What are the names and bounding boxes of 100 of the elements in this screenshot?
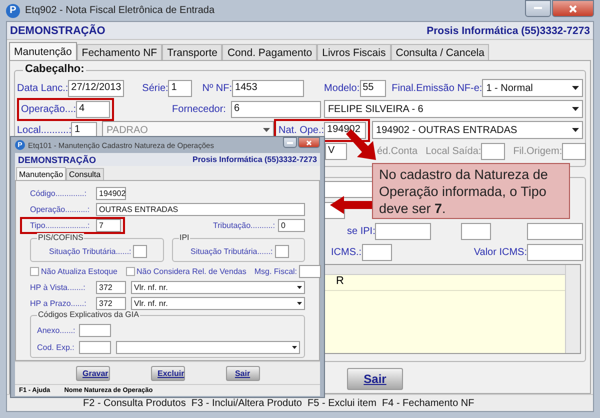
field-label: Msg. Fiscal:	[254, 266, 298, 276]
field-label: Fil.Origem:	[513, 146, 562, 156]
minimize-icon	[287, 142, 293, 144]
tab[interactable]: Cond. Pagamento	[222, 44, 318, 60]
input-field[interactable]: V	[325, 142, 347, 160]
table-cell: R	[336, 275, 344, 287]
field-label: Local..........:	[17, 124, 72, 136]
tab[interactable]: Transporte	[162, 44, 222, 60]
field-label: ICMS.:	[331, 246, 362, 258]
input-field[interactable]	[362, 244, 392, 260]
field-label: Código.............:	[30, 188, 88, 198]
group-title: Cabeçalho:	[23, 63, 86, 75]
dialog-button[interactable]: Excluir	[150, 366, 184, 381]
arrow-icon	[330, 196, 374, 214]
group-title: Códigos Explicativos da GIA	[37, 310, 140, 319]
tab[interactable]: Manutenção	[16, 167, 66, 180]
caret-icon	[572, 86, 579, 90]
input-field[interactable]	[461, 222, 492, 240]
minimize-icon	[534, 7, 542, 10]
dropdown[interactable]: 194902 - OUTRAS ENTRADAS	[372, 121, 583, 139]
caret-icon	[572, 128, 579, 132]
tab[interactable]: Livros Fiscais	[317, 44, 391, 60]
checkbox-label: Não Atualiza Estoque	[41, 266, 118, 276]
checkbox[interactable]	[30, 266, 39, 276]
field-label: Tributação..........:	[213, 220, 275, 230]
field-label: Nat. Ope.:	[278, 124, 324, 136]
field-label: Valor ICMS:	[474, 246, 527, 258]
caret-icon	[297, 302, 302, 304]
field-label: Final.Emissão NF-e:	[392, 82, 482, 94]
field-label: Operação..........:	[30, 204, 91, 214]
close-button[interactable]	[298, 137, 320, 148]
dropdown[interactable]	[116, 340, 300, 354]
callout-note: No cadastro da Natureza de Operação informada, o Tipo deve ser 7.	[372, 163, 570, 219]
input-field[interactable]	[562, 142, 586, 160]
input-field[interactable]: 27/12/2013	[68, 80, 124, 96]
group-title: IPI	[178, 233, 190, 242]
close-button[interactable]	[552, 0, 594, 17]
field-label: Fornecedor:	[172, 104, 226, 114]
exit-button[interactable]: Sair	[347, 368, 403, 390]
input-field[interactable]: 372	[96, 280, 126, 294]
field-label: se IPI:	[347, 226, 376, 236]
field-label: Série:	[142, 82, 168, 94]
dropdown[interactable]: FELIPE SILVEIRA - 6	[324, 100, 583, 118]
checkbox-label: éd.Conta	[377, 146, 418, 156]
dialog-button[interactable]: Gravar	[76, 366, 110, 381]
company-name: DEMONSTRAÇÃO	[18, 154, 96, 164]
input-field[interactable]: 372	[96, 296, 126, 310]
caret-icon	[292, 346, 297, 348]
scrollbar[interactable]	[565, 265, 580, 353]
contact-info: Prosis Informática (55)3332-7273	[192, 155, 317, 164]
input-field[interactable]	[527, 244, 583, 260]
input-field[interactable]: 55	[360, 80, 386, 96]
caret-icon	[263, 128, 270, 132]
caret-icon	[572, 107, 579, 111]
input-field[interactable]: 194902	[96, 186, 126, 200]
caret-icon	[297, 286, 302, 288]
dialog-button[interactable]: Sair	[226, 366, 260, 381]
input-field[interactable]	[375, 222, 432, 240]
tab[interactable]: Manutenção	[9, 42, 77, 60]
field-label: HP à Vista.......:	[30, 282, 86, 292]
input-field[interactable]: OUTRAS ENTRADAS	[96, 202, 305, 216]
dropdown[interactable]: Vlr. nf. nr.	[131, 296, 305, 310]
dropdown[interactable]: Vlr. nf. nr.	[131, 280, 305, 294]
input-field[interactable]: 6	[230, 100, 321, 118]
field-label: Situação Tributária......:	[190, 247, 273, 256]
checkbox[interactable]	[126, 266, 134, 276]
field-label: Modelo:	[324, 82, 360, 94]
tab[interactable]: Consulta / Cancela	[390, 44, 490, 60]
tab[interactable]: Consulta	[66, 168, 104, 180]
status-bar-text: F2 - Consulta Produtos F3 - Inclui/Altera Produto F5 - Exclui item F4 - Fechamento NF	[83, 398, 474, 408]
input-field[interactable]	[133, 245, 148, 258]
window-title: Etq902 - Nota Fiscal Eletrônica de Entrada	[25, 5, 215, 16]
company-name: DEMONSTRAÇÃO	[10, 24, 106, 36]
input-field[interactable]: 194902	[324, 122, 366, 138]
field-label: Local Saída:	[426, 146, 482, 156]
input-field[interactable]: 1453	[232, 80, 304, 96]
input-field[interactable]	[274, 245, 289, 258]
field-label: Tipo...................:	[30, 220, 91, 230]
input-field[interactable]	[527, 222, 583, 240]
input-field[interactable]: 4	[76, 100, 110, 118]
field-label: Cod. Exp.:	[37, 342, 76, 352]
field-label: Nº NF:	[202, 82, 232, 94]
input-field[interactable]	[79, 340, 111, 354]
input-field[interactable]: 7	[96, 218, 121, 232]
tab[interactable]: Fechamento NF	[76, 44, 162, 60]
input-field[interactable]	[481, 142, 506, 160]
minimize-button[interactable]	[283, 137, 297, 148]
field-label: HP a Prazo......:	[30, 298, 88, 308]
input-field[interactable]: 0	[278, 218, 305, 232]
input-field[interactable]: 1	[168, 80, 192, 96]
close-icon	[306, 140, 312, 146]
app-logo: P	[6, 4, 20, 18]
minimize-button[interactable]	[525, 0, 551, 17]
field-label: Anexo......:	[37, 326, 76, 334]
dropdown[interactable]: 1 - Normal	[482, 79, 583, 97]
close-icon	[569, 4, 577, 12]
contact-info: Prosis Informática (55)3332-7273	[426, 24, 590, 36]
field-label: Situação Tributária......:	[49, 247, 132, 256]
input-field[interactable]	[299, 264, 322, 278]
input-field[interactable]	[79, 324, 111, 336]
